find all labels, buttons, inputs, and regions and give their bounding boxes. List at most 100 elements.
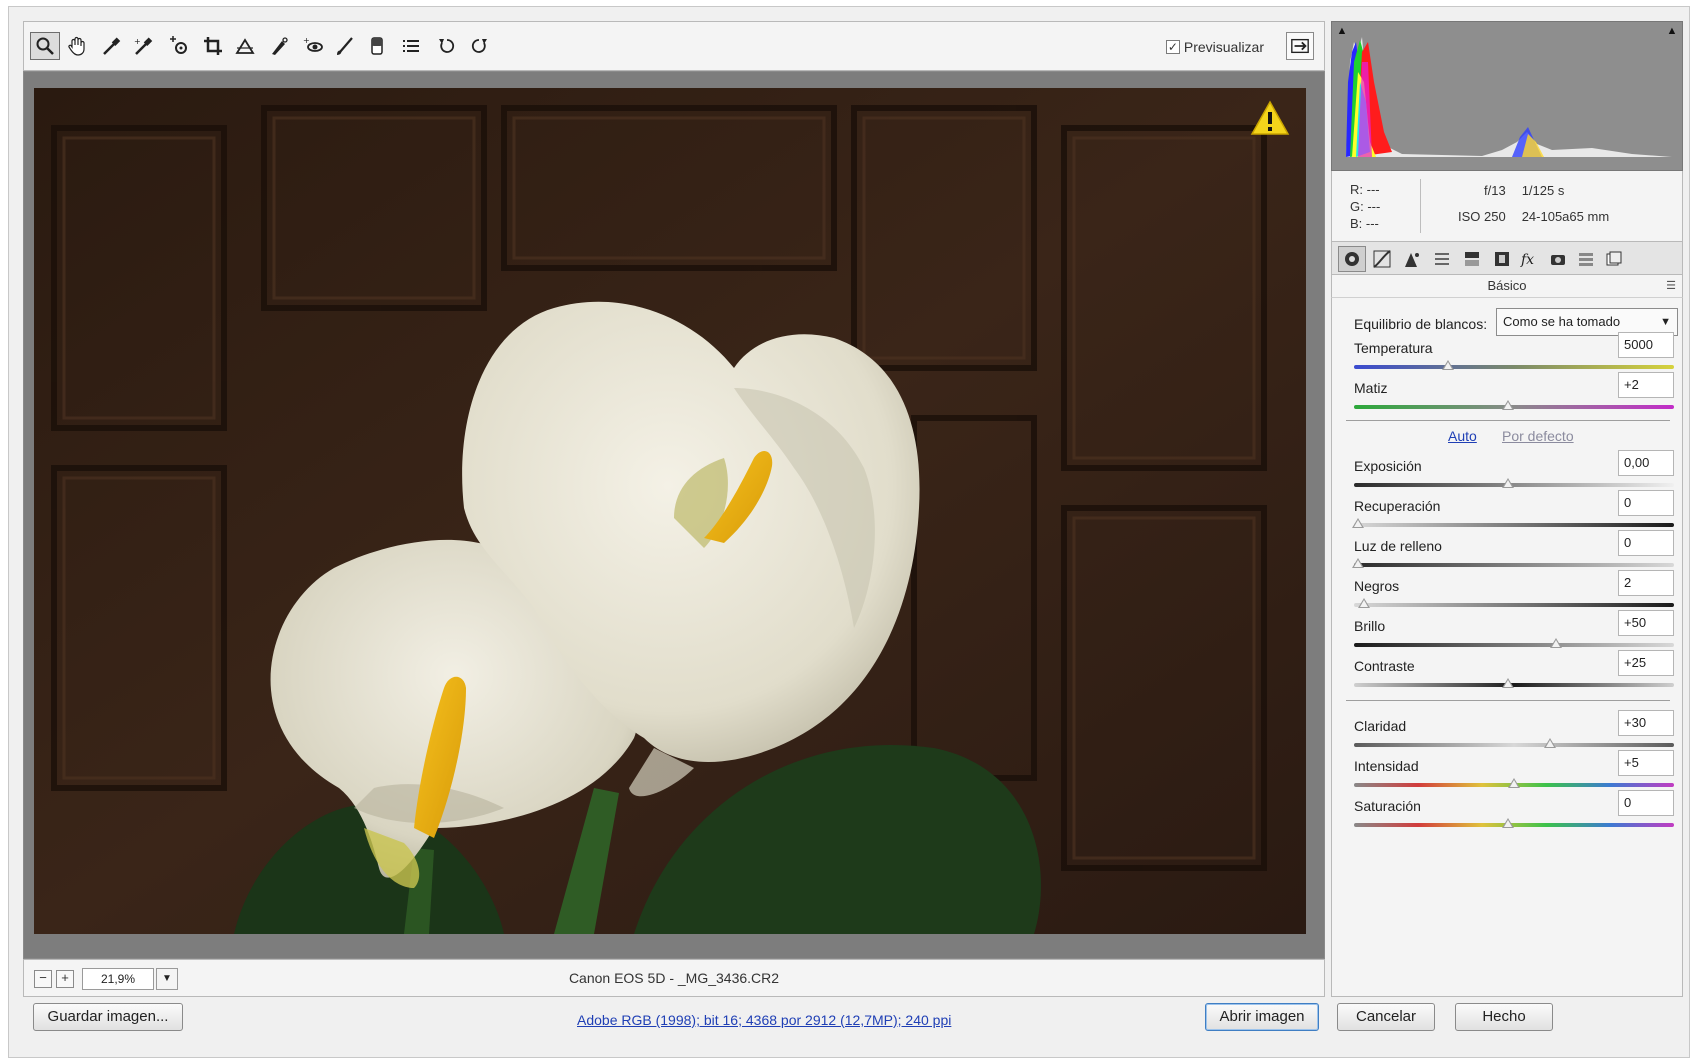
slider-track[interactable] — [1354, 743, 1674, 747]
white-balance-tool-icon[interactable] — [96, 32, 126, 60]
rotate-ccw-icon[interactable] — [432, 32, 462, 60]
slider-thumb[interactable] — [1550, 638, 1562, 648]
color-sampler-tool-icon[interactable]: + — [128, 32, 158, 60]
preferences-icon[interactable] — [396, 32, 426, 60]
slider-thumb[interactable] — [1442, 360, 1454, 370]
divider — [1346, 420, 1670, 421]
slider-track[interactable] — [1354, 563, 1674, 567]
toolbar: + + ✓ Previsualizar — [23, 21, 1325, 71]
svg-text:+: + — [303, 36, 310, 45]
slider-thumb[interactable] — [1544, 738, 1556, 748]
fullscreen-toggle-icon[interactable] — [1286, 32, 1314, 60]
workflow-options-link[interactable]: Adobe RGB (1998); bit 16; 4368 por 2912 … — [577, 1012, 997, 1028]
photo-preview[interactable] — [34, 88, 1306, 934]
graduated-filter-icon[interactable] — [362, 32, 392, 60]
slider-label: Luz de relleno — [1354, 538, 1442, 554]
lens: 24-105a65 mm — [1521, 209, 1610, 224]
slider-thumb[interactable] — [1508, 778, 1520, 788]
tab-lens-corrections-icon[interactable] — [1488, 246, 1516, 272]
panel-title-text: Básico — [1487, 278, 1527, 293]
slider-value-field[interactable]: +5 — [1618, 750, 1674, 776]
histogram-graph — [1346, 37, 1672, 157]
control-saturaci-n: Saturación 0 — [1354, 790, 1674, 838]
tab-snapshots-icon[interactable] — [1600, 246, 1628, 272]
tab-presets-icon[interactable] — [1572, 246, 1600, 272]
slider-value-field[interactable]: 0 — [1618, 530, 1674, 556]
slider-thumb[interactable] — [1358, 598, 1370, 608]
slider-thumb[interactable] — [1352, 558, 1364, 568]
aperture: f/13 — [1484, 183, 1506, 198]
cancel-button[interactable]: Cancelar — [1337, 1003, 1435, 1031]
slider-track[interactable] — [1354, 365, 1674, 369]
slider-track[interactable] — [1354, 483, 1674, 487]
zoom-tool-icon[interactable] — [30, 32, 60, 60]
warning-icon[interactable] — [1250, 100, 1290, 139]
slider-value-field[interactable]: 5000 — [1618, 332, 1674, 358]
slider-value-field[interactable]: 0 — [1618, 790, 1674, 816]
slider-value-field[interactable]: 0,00 — [1618, 450, 1674, 476]
slider-value-field[interactable]: +30 — [1618, 710, 1674, 736]
white-balance-label: Equilibrio de blancos: — [1354, 316, 1488, 332]
preview-label: Previsualizar — [1183, 39, 1264, 55]
tab-camera-calibration-icon[interactable] — [1544, 246, 1572, 272]
slider-track[interactable] — [1354, 823, 1674, 827]
slider-value-field[interactable]: +2 — [1618, 372, 1674, 398]
slider-label: Claridad — [1354, 718, 1407, 734]
open-image-button[interactable]: Abrir imagen — [1205, 1003, 1319, 1031]
tab-hsl-icon[interactable] — [1428, 246, 1456, 272]
slider-thumb[interactable] — [1502, 818, 1514, 828]
divider — [1346, 700, 1670, 701]
tab-tone-curve-icon[interactable] — [1368, 246, 1396, 272]
straighten-tool-icon[interactable] — [230, 32, 260, 60]
slider-value-field[interactable]: 0 — [1618, 490, 1674, 516]
green-value: G: --- — [1350, 199, 1381, 214]
slider-value-field[interactable]: +50 — [1618, 610, 1674, 636]
slider-thumb[interactable] — [1502, 478, 1514, 488]
crop-tool-icon[interactable] — [198, 32, 228, 60]
status-bar: − + 21,9% ▼ Canon EOS 5D - _MG_3436.CR2 — [23, 959, 1325, 997]
slider-label: Recuperación — [1354, 498, 1441, 514]
control-matiz: Matiz +2 — [1354, 372, 1674, 420]
spot-removal-tool-icon[interactable] — [264, 32, 294, 60]
svg-text:fx: fx — [1520, 252, 1534, 268]
adjustment-brush-icon[interactable] — [330, 32, 360, 60]
exif-row-2: ISO 250 24-105a65 mm — [1458, 209, 1609, 224]
preview-checkbox[interactable]: ✓ — [1165, 40, 1180, 54]
slider-track[interactable] — [1354, 603, 1674, 607]
tab-detail-icon[interactable] — [1398, 246, 1426, 272]
slider-thumb[interactable] — [1352, 518, 1364, 528]
default-link[interactable]: Por defecto — [1502, 428, 1574, 444]
exif-info: R: --- G: --- B: --- f/13 1/125 s ISO 25… — [1331, 171, 1683, 241]
tab-basic-icon[interactable] — [1338, 246, 1366, 272]
white-balance-value: Como se ha tomado — [1503, 314, 1621, 329]
file-name-label: Canon EOS 5D - _MG_3436.CR2 — [568, 970, 780, 986]
panel-menu-icon[interactable]: ☰ — [1666, 275, 1676, 297]
slider-value-field[interactable]: 2 — [1618, 570, 1674, 596]
iso: ISO 250 — [1458, 209, 1506, 224]
auto-link[interactable]: Auto — [1448, 428, 1477, 444]
red-value: R: --- — [1350, 182, 1380, 197]
tab-effects-icon[interactable]: fx — [1516, 246, 1544, 272]
slider-label: Matiz — [1354, 380, 1388, 396]
red-eye-removal-tool-icon[interactable]: + — [298, 32, 328, 60]
preview-toggle[interactable]: ✓ Previsualizar — [1165, 36, 1264, 58]
hand-tool-icon[interactable] — [62, 32, 92, 60]
slider-value-field[interactable]: +25 — [1618, 650, 1674, 676]
slider-thumb[interactable] — [1502, 678, 1514, 688]
rotate-cw-icon[interactable] — [464, 32, 494, 60]
slider-track[interactable] — [1354, 683, 1674, 687]
slider-track[interactable] — [1354, 523, 1674, 527]
slider-label: Intensidad — [1354, 758, 1419, 774]
slider-track[interactable] — [1354, 405, 1674, 409]
targeted-adjustment-tool-icon[interactable] — [164, 32, 194, 60]
svg-text:+: + — [134, 37, 141, 46]
exif-row-1: f/13 1/125 s — [1484, 183, 1564, 198]
image-canvas[interactable] — [23, 71, 1325, 959]
slider-track[interactable] — [1354, 643, 1674, 647]
blue-value: B: --- — [1350, 216, 1379, 231]
slider-thumb[interactable] — [1502, 400, 1514, 410]
slider-label: Brillo — [1354, 618, 1386, 634]
save-image-button[interactable]: Guardar imagen... — [33, 1003, 183, 1031]
tab-split-toning-icon[interactable] — [1458, 246, 1486, 272]
done-button[interactable]: Hecho — [1455, 1003, 1553, 1031]
